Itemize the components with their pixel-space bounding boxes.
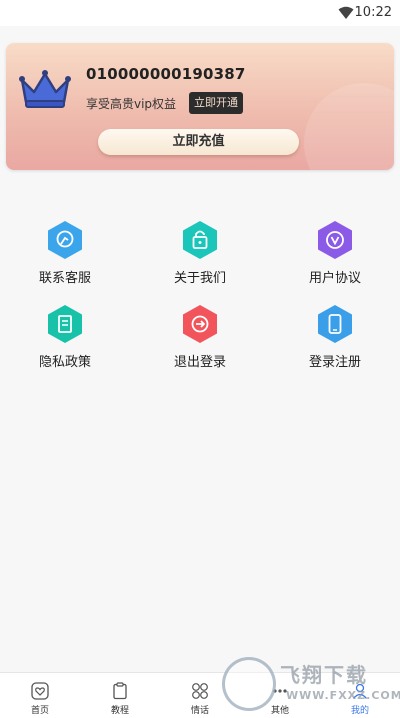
watermark-logo — [222, 657, 276, 711]
clipboard-icon — [113, 682, 127, 700]
wifi-icon — [338, 6, 354, 19]
crown-icon — [19, 70, 71, 108]
document-icon — [48, 305, 82, 343]
open-vip-button[interactable]: 立即开通 — [189, 92, 243, 114]
card-decoration — [304, 83, 394, 170]
menu-label: 隐私政策 — [38, 355, 91, 370]
tab-tutorial[interactable]: 教程 — [80, 673, 160, 718]
menu-label: 退出登录 — [173, 355, 226, 370]
menu-item-privacy-policy[interactable]: 隐私政策 — [5, 304, 125, 374]
vip-card: 010000000190387 享受高贵vip权益 立即开通 立即充值 — [6, 43, 394, 170]
tab-label: 教程 — [110, 706, 129, 716]
phone-icon — [318, 305, 352, 343]
headset-icon — [48, 221, 82, 259]
status-time: 10:22 — [354, 5, 392, 20]
recharge-button[interactable]: 立即充值 — [98, 129, 299, 155]
menu-item-contact-service[interactable]: 联系客服 — [5, 220, 125, 290]
tab-home[interactable]: 首页 — [0, 673, 80, 718]
vip-benefit-text: 享受高贵vip权益 — [86, 97, 177, 111]
watermark: 飞翔下载 WWW.FXXZ.COM — [222, 655, 400, 715]
heart-icon — [31, 682, 49, 700]
menu-label: 用户协议 — [308, 271, 361, 286]
lock-icon — [183, 221, 217, 259]
watermark-title: 飞翔下载 — [280, 663, 368, 687]
menu-item-user-agreement[interactable]: 用户协议 — [275, 220, 395, 290]
badge-v-icon — [318, 221, 352, 259]
menu-label: 联系客服 — [38, 271, 91, 286]
grid-icon — [192, 683, 208, 699]
menu-item-logout[interactable]: 退出登录 — [140, 304, 260, 374]
status-bar: 10:22 — [0, 0, 400, 26]
logout-icon — [183, 305, 217, 343]
menu-item-about-us[interactable]: 关于我们 — [140, 220, 260, 290]
tab-label: 首页 — [30, 706, 49, 716]
menu-label: 关于我们 — [173, 271, 226, 286]
account-id: 010000000190387 — [86, 65, 246, 83]
menu-item-login-register[interactable]: 登录注册 — [275, 304, 395, 374]
watermark-url: WWW.FXXZ.COM — [286, 689, 400, 702]
menu-label: 登录注册 — [308, 355, 361, 370]
